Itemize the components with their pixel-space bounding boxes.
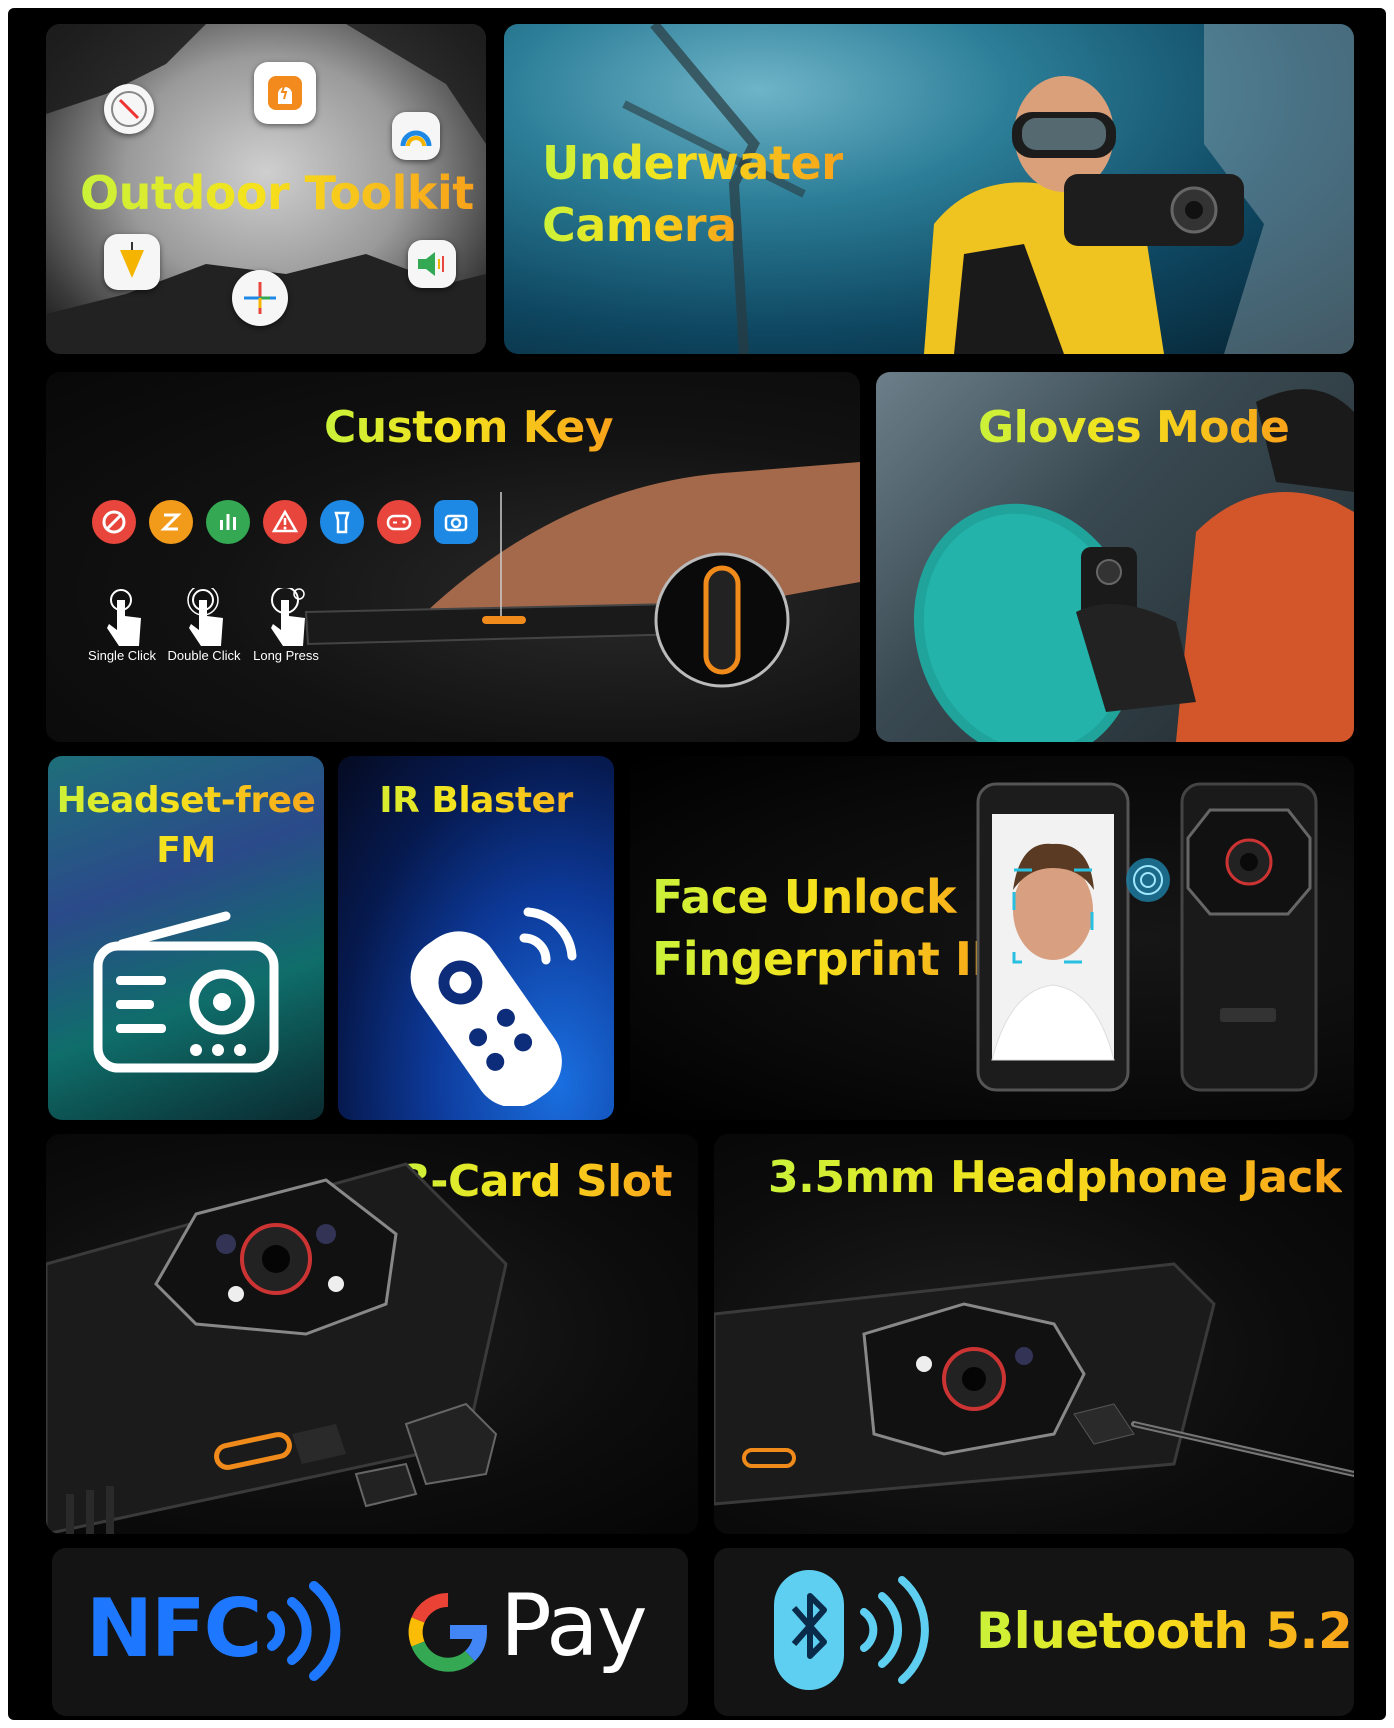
panel-gloves-mode: Gloves Mode — [876, 372, 1354, 742]
sound-meter-app-icon — [408, 240, 456, 288]
level-app-icon — [392, 112, 440, 160]
panel-ir-blaster: IR Blaster — [338, 756, 614, 1120]
bluetooth-label: Bluetooth 5.2 — [976, 1602, 1353, 1660]
gloves-mode-title: Gloves Mode — [978, 402, 1290, 453]
panel-fm: Headset-free FM — [48, 756, 324, 1120]
underwater-title-line1: Underwater — [542, 136, 844, 190]
nfc-signal-icon — [267, 1581, 341, 1681]
face-title-line1: Face Unlock + — [652, 870, 1010, 924]
double-tap-hand-icon — [187, 588, 223, 646]
phone-headphone-jack — [714, 1262, 1354, 1506]
bluetooth-icon — [774, 1570, 929, 1690]
gesture-single-click: Single Click — [82, 588, 162, 663]
ruler-app-icon — [232, 270, 288, 326]
panel-face-unlock: Face Unlock + Fingerprint ID — [630, 756, 1354, 1120]
long-press-hand-icon — [271, 588, 305, 646]
outdoor-toolkit-title: Outdoor Toolkit — [80, 166, 474, 220]
feature-collage: Outdoor Toolkit Underwater Camera Custom… — [8, 8, 1386, 1720]
panel-bluetooth: Bluetooth 5.2 — [714, 1548, 1354, 1716]
fm-title-line1: Headset-free — [48, 780, 324, 821]
panel-underwater-camera: Underwater Camera — [504, 24, 1354, 354]
fm-title-line2: FM — [48, 830, 324, 871]
ir-blaster-title: IR Blaster — [338, 780, 614, 821]
phones-face-unlock — [976, 782, 1318, 1092]
panel-3-card-slot: 3-Card Slot — [46, 1134, 698, 1534]
panel-custom-key: Custom Key Single Click Double Click Lon… — [46, 372, 860, 742]
radio-icon — [93, 911, 279, 1073]
gesture-double-click: Double Click — [162, 588, 246, 663]
long-press-label: Long Press — [253, 648, 319, 663]
plumb-bob-app-icon — [104, 234, 160, 290]
hand-and-phone — [304, 462, 860, 688]
pay-label: Pay — [500, 1576, 648, 1676]
underwater-title-line2: Camera — [542, 198, 737, 252]
tap-hand-icon — [107, 589, 141, 646]
single-click-label: Single Click — [88, 648, 156, 663]
panel-outdoor-toolkit: Outdoor Toolkit — [46, 24, 486, 354]
panel-headphone-jack: 3.5mm Headphone Jack — [714, 1134, 1354, 1534]
compass-app-icon — [104, 84, 154, 134]
alarm-light-app-icon — [254, 62, 316, 124]
double-click-label: Double Click — [167, 648, 241, 663]
phone-card-tray — [46, 1162, 508, 1534]
panel-nfc-gpay: NFC Pay — [52, 1548, 688, 1716]
face-title-line2: Fingerprint ID — [652, 932, 1010, 986]
remote-control-icon — [410, 907, 577, 1106]
gesture-long-press: Long Press — [246, 588, 326, 663]
google-g-icon — [408, 1592, 487, 1672]
nfc-label: NFC — [86, 1582, 262, 1675]
